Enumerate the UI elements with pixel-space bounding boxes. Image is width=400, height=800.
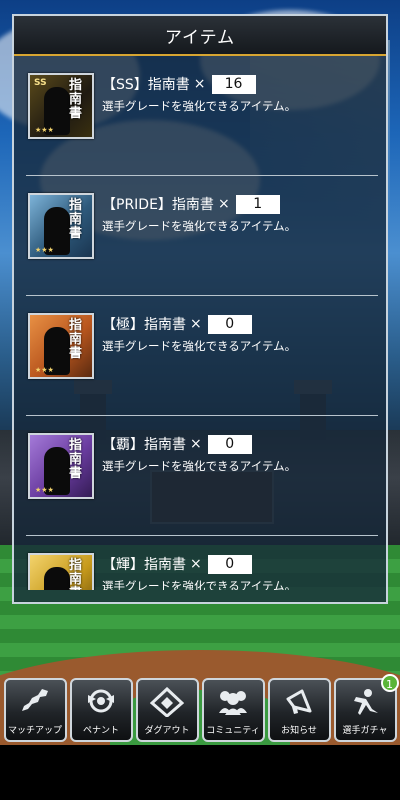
- item-description: 選手グレードを強化できるアイテム。: [102, 339, 297, 353]
- item-card-icon: 指南書 ★★★: [28, 433, 94, 499]
- list-item[interactable]: 指南書 ★★★ 【極】指南書 × 0 選手グレードを強化できるアイテム。: [14, 296, 386, 416]
- star-icons: ★★★: [35, 366, 54, 374]
- pitcher-icon: [347, 686, 383, 718]
- item-card-icon: 指南書 ★★★: [28, 553, 94, 590]
- nav-gacha-button[interactable]: 選手ガチャ 1: [333, 674, 399, 742]
- times-sign: ×: [190, 556, 202, 572]
- times-sign: ×: [190, 316, 202, 332]
- item-description: 選手グレードを強化できるアイテム。: [102, 459, 297, 473]
- nav-community-button[interactable]: コミュニティ: [201, 678, 265, 742]
- nav-matchup-button[interactable]: マッチアップ: [3, 678, 67, 742]
- item-list[interactable]: SS 指南書 ★★★ 【SS】指南書 × 16 選手グレードを強化できるアイテム…: [14, 56, 386, 590]
- list-item[interactable]: SS 指南書 ★★★ 【SS】指南書 × 16 選手グレードを強化できるアイテム…: [14, 56, 386, 176]
- star-icons: ★★★: [35, 486, 54, 494]
- nav-label: ダグアウト: [144, 726, 190, 736]
- item-quantity: 0: [207, 554, 252, 574]
- nav-label: 選手ガチャ: [342, 726, 388, 736]
- megaphone-icon: [281, 686, 317, 718]
- card-kanji: 指南書: [69, 318, 83, 361]
- nav-label: ペナント: [82, 726, 119, 736]
- item-description: 選手グレードを強化できるアイテム。: [102, 99, 297, 113]
- nav-pennant-button[interactable]: ペナント: [69, 678, 133, 742]
- item-name: 【輝】指南書: [102, 557, 186, 573]
- list-item[interactable]: 指南書 ★★★ 【PRIDE】指南書 × 1 選手グレードを強化できるアイテム。: [14, 176, 386, 296]
- japan-map-icon: [17, 686, 53, 718]
- player-silhouette: [44, 567, 70, 590]
- card-kanji: 指南書: [69, 78, 83, 121]
- item-quantity: 0: [207, 434, 252, 454]
- card-tag: SS: [34, 78, 47, 88]
- item-name: 【SS】指南書: [102, 77, 190, 93]
- item-panel: アイテム SS 指南書 ★★★ 【SS】指南書 × 16 選手グレードを強化でき…: [12, 14, 388, 604]
- item-card-icon: SS 指南書 ★★★: [28, 73, 94, 139]
- people-group-icon: [215, 686, 251, 718]
- item-card-icon: 指南書 ★★★: [28, 313, 94, 379]
- nav-news-button[interactable]: お知らせ: [267, 678, 331, 742]
- bottom-nav: マッチアップ ペナント ダグアウト コミュニティ お知らせ 選手ガチャ 1: [0, 674, 400, 748]
- nav-label: マッチアップ: [7, 726, 62, 736]
- item-name: 【極】指南書: [102, 317, 186, 333]
- pennant-emblem-icon: [83, 686, 119, 718]
- item-quantity: 16: [211, 74, 256, 94]
- panel-title: アイテム: [14, 16, 386, 56]
- nav-dugout-button[interactable]: ダグアウト: [135, 678, 199, 742]
- card-kanji: 指南書: [69, 558, 83, 591]
- list-item[interactable]: 指南書 ★★★ 【輝】指南書 × 0 選手グレードを強化できるアイテム。: [14, 536, 386, 590]
- list-item[interactable]: 指南書 ★★★ 【覇】指南書 × 0 選手グレードを強化できるアイテム。: [14, 416, 386, 536]
- card-kanji: 指南書: [69, 438, 83, 481]
- times-sign: ×: [217, 196, 230, 212]
- star-icons: ★★★: [35, 246, 54, 254]
- baseball-diamond-icon: [149, 686, 185, 718]
- item-quantity: 0: [207, 314, 252, 334]
- item-quantity: 1: [235, 194, 280, 214]
- item-name: 【覇】指南書: [102, 437, 186, 453]
- bottom-bar: [0, 748, 400, 800]
- times-sign: ×: [190, 436, 202, 452]
- item-card-icon: 指南書 ★★★: [28, 193, 94, 259]
- nav-label: お知らせ: [281, 726, 317, 736]
- card-kanji: 指南書: [69, 198, 83, 241]
- nav-label: コミュニティ: [206, 726, 260, 736]
- star-icons: ★★★: [35, 126, 54, 134]
- item-description: 選手グレードを強化できるアイテム。: [102, 579, 297, 590]
- item-description: 選手グレードを強化できるアイテム。: [102, 219, 297, 233]
- item-name: 【PRIDE】指南書: [102, 197, 214, 213]
- times-sign: ×: [193, 76, 206, 92]
- notification-badge: 1: [380, 674, 399, 692]
